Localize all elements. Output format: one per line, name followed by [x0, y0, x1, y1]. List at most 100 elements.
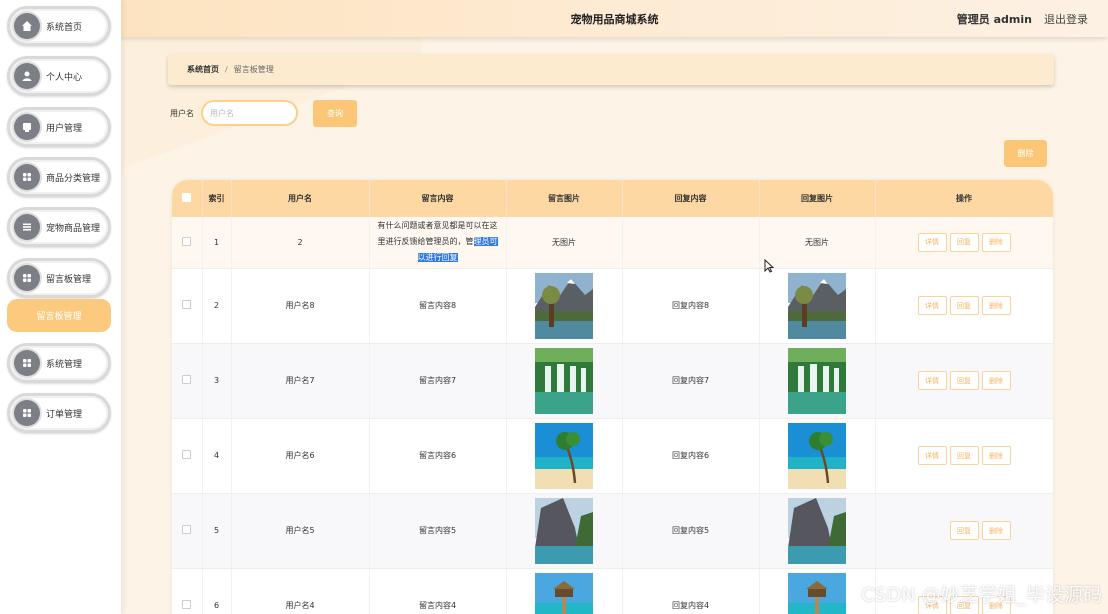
- reply-image-mountain-lake[interactable]: [788, 272, 846, 339]
- table-row: 1 2 有什么问题或者意见都是可以在这里进行反馈给管理员的，管理员可以进行回复 …: [172, 217, 1053, 269]
- row-checkbox[interactable]: [182, 450, 192, 459]
- sidebar-item-label: 宠物商品管理: [46, 223, 101, 234]
- cell-content: 有什么问题或者意见都是可以在这里进行反馈给管理员的，管理员可以进行回复: [369, 217, 507, 269]
- cell-username: 用户名7: [231, 343, 370, 419]
- reply-button[interactable]: 回复: [949, 371, 979, 390]
- reply-image-cliff-bay[interactable]: [788, 497, 846, 564]
- column-header: 留言图片: [506, 180, 623, 217]
- message-image-mountain-lake[interactable]: [535, 272, 593, 339]
- delete-button[interactable]: 删除: [981, 371, 1011, 390]
- row-checkbox[interactable]: [182, 525, 192, 534]
- cell-reply: 回复内容7: [622, 343, 760, 419]
- cell-index: 3: [202, 343, 232, 419]
- sidebar-item-order-management[interactable]: 订单管理: [7, 393, 111, 433]
- reply-image-beach-palm[interactable]: [788, 422, 846, 489]
- detail-button[interactable]: 详情: [917, 232, 947, 252]
- table-row: 3 用户名7 留言内容7 回复内容7 详情 回复 删除: [172, 343, 1053, 419]
- message-image-beach-palm[interactable]: [535, 422, 593, 489]
- cell-index: 2: [202, 268, 232, 344]
- top-bar: 宠物用品商城系统 管理员 admin 退出登录: [121, 0, 1108, 37]
- row-checkbox[interactable]: [182, 300, 192, 309]
- column-header: 操作: [875, 180, 1053, 217]
- cell-content: 留言内容5: [369, 493, 507, 569]
- breadcrumb-home[interactable]: 系统首页: [187, 64, 219, 75]
- sidebar-item-home[interactable]: 系统首页: [7, 6, 111, 46]
- reply-image-pier[interactable]: [788, 572, 846, 614]
- column-header: 索引: [202, 180, 232, 217]
- message-image-cliff-bay[interactable]: [535, 497, 593, 564]
- cell-reply: 回复内容6: [622, 418, 760, 494]
- sidebar-item-personal-center[interactable]: 个人中心: [7, 56, 111, 96]
- user-card-icon: [14, 114, 40, 140]
- column-header: 回复内容: [622, 180, 760, 217]
- detail-button[interactable]: 详情: [917, 446, 947, 465]
- mouse-cursor-icon: [764, 258, 775, 276]
- sidebar-item-label: 订单管理: [46, 409, 83, 420]
- sidebar-item-category-management[interactable]: 商品分类管理: [7, 157, 111, 197]
- sidebar-item-pet-goods-management[interactable]: 宠物商品管理: [7, 207, 111, 247]
- message-image-waterfall[interactable]: [535, 347, 593, 414]
- logout-link[interactable]: 退出登录: [1044, 11, 1088, 27]
- sidebar-item-user-management[interactable]: 用户管理: [7, 107, 111, 147]
- sidebar-item-label: 留言板管理: [46, 274, 92, 285]
- cell-username: 用户名8: [231, 268, 370, 344]
- reply-button[interactable]: 回复: [949, 296, 979, 315]
- cell-image: 无图片: [506, 217, 623, 269]
- sidebar-item-system-management[interactable]: 系统管理: [7, 343, 111, 383]
- grid-icon: [14, 164, 40, 190]
- reply-button[interactable]: 回复: [949, 232, 979, 252]
- detail-button[interactable]: 详情: [917, 371, 947, 390]
- table-header-row: 索引 用户名 留言内容 留言图片 回复内容 回复图片 操作: [172, 180, 1053, 217]
- current-user: 管理员 admin: [956, 13, 1032, 26]
- breadcrumb: 系统首页 / 留言板管理: [168, 54, 1054, 85]
- sidebar-item-label: 用户管理: [46, 123, 83, 134]
- person-icon: [14, 63, 40, 89]
- column-header: 留言内容: [369, 180, 507, 217]
- row-checkbox[interactable]: [182, 600, 192, 609]
- cell-content: 留言内容7: [369, 343, 507, 419]
- search-button[interactable]: 查询: [313, 100, 357, 127]
- cell-index: 4: [202, 418, 232, 494]
- select-all-cell[interactable]: [172, 180, 203, 217]
- message-image-pier[interactable]: [535, 572, 593, 614]
- row-checkbox[interactable]: [182, 236, 192, 246]
- sidebar: 系统首页 个人中心 用户管理 商品分类管理 宠物商品管理 留言板管理 留言板管理: [0, 0, 121, 614]
- batch-delete-button[interactable]: 删除: [1004, 140, 1047, 167]
- sidebar-item-message-board[interactable]: 留言板管理: [7, 258, 111, 298]
- sidebar-subitem-message-board[interactable]: 留言板管理: [7, 299, 111, 332]
- delete-button[interactable]: 删除: [981, 521, 1011, 540]
- reply-image-waterfall[interactable]: [788, 347, 846, 414]
- row-checkbox[interactable]: [182, 375, 192, 384]
- cell-content: 留言内容8: [369, 268, 507, 344]
- message-table: 索引 用户名 留言内容 留言图片 回复内容 回复图片 操作 1 2 有什么问题或…: [172, 180, 1053, 614]
- select-all-checkbox[interactable]: [182, 193, 192, 202]
- home-icon: [14, 13, 40, 39]
- breadcrumb-current: 留言板管理: [233, 65, 274, 74]
- cell-username: 用户名5: [231, 493, 370, 569]
- sidebar-item-label: 系统首页: [46, 22, 83, 33]
- cell-content: 留言内容6: [369, 418, 507, 494]
- sidebar-item-label: 个人中心: [46, 72, 83, 83]
- delete-button[interactable]: 删除: [981, 232, 1011, 252]
- cell-reply: 回复内容4: [622, 568, 760, 614]
- search-label: 用户名: [170, 109, 194, 118]
- cell-reply-image: 无图片: [759, 217, 876, 269]
- cell-index: 1: [202, 217, 232, 269]
- sidebar-item-label: 商品分类管理: [46, 173, 101, 184]
- table-row: 2 用户名8 留言内容8 回复内容8 详情 回复 删除: [172, 268, 1053, 344]
- reply-button[interactable]: 回复: [949, 521, 979, 540]
- grid-icon: [14, 350, 40, 376]
- cell-username: 用户名4: [231, 568, 370, 614]
- reply-button[interactable]: 回复: [949, 446, 979, 465]
- delete-button[interactable]: 删除: [981, 296, 1011, 315]
- search-input[interactable]: [201, 100, 298, 126]
- detail-button[interactable]: 详情: [917, 296, 947, 315]
- column-header: 回复图片: [759, 180, 876, 217]
- table-row: 4 用户名6 留言内容6 回复内容6 详情 回复 删除: [172, 418, 1053, 494]
- delete-button[interactable]: 删除: [981, 446, 1011, 465]
- cell-content: 留言内容4: [369, 568, 507, 614]
- cell-username: 2: [231, 217, 370, 269]
- grid-icon: [14, 265, 40, 291]
- cell-index: 5: [202, 493, 232, 569]
- list-icon: [14, 214, 40, 240]
